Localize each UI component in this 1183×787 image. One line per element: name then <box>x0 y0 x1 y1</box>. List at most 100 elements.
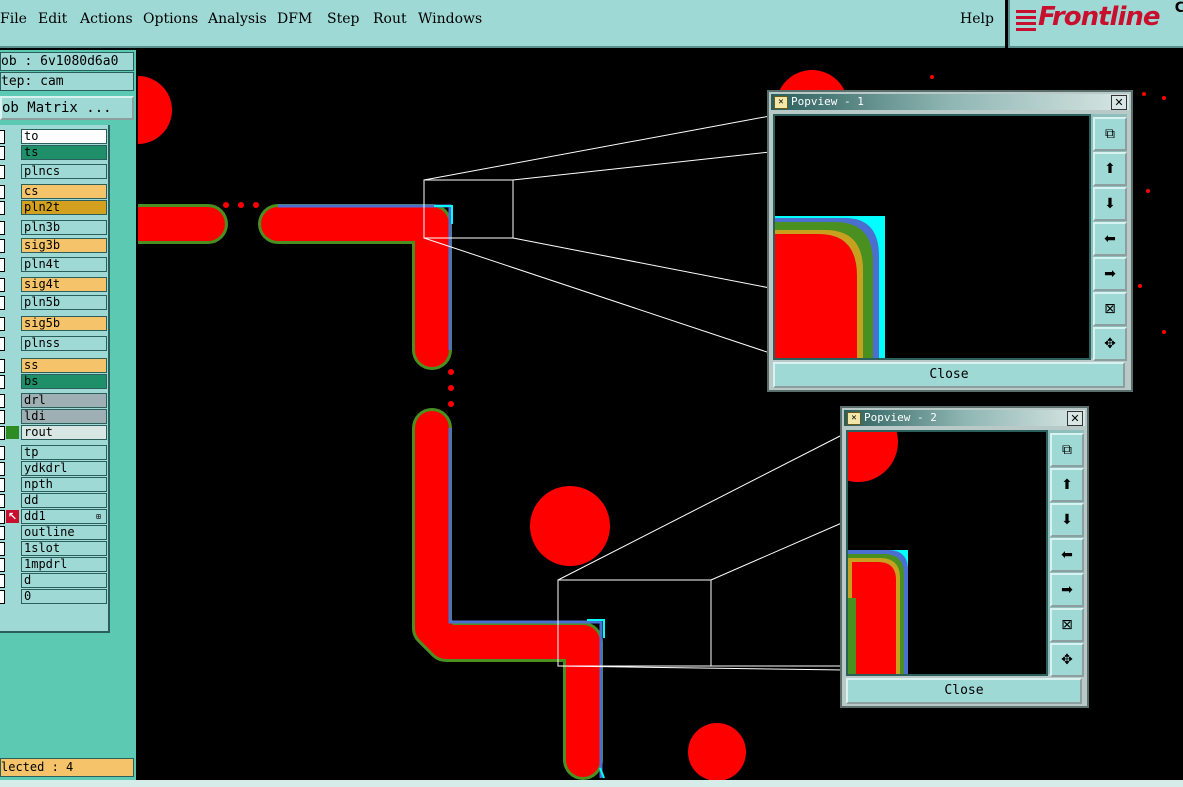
job-matrix-button[interactable]: ob Matrix ... <box>0 96 134 120</box>
layer-checkbox[interactable] <box>0 410 5 424</box>
close-icon[interactable]: ✕ <box>1067 411 1083 426</box>
layer-checkbox[interactable] <box>0 590 5 604</box>
pan-up-icon[interactable]: ⬆ <box>1050 468 1084 502</box>
layer-checkbox[interactable] <box>0 296 5 310</box>
layer-checkbox[interactable] <box>0 375 5 389</box>
layer-name[interactable]: d <box>21 573 107 588</box>
layer-checkbox[interactable] <box>0 130 5 144</box>
layer-row[interactable]: d <box>0 573 108 588</box>
layer-checkbox[interactable] <box>0 146 5 160</box>
layer-row[interactable]: sig4t <box>0 277 108 292</box>
zoom-window-icon[interactable]: ⧉ <box>1050 433 1084 467</box>
layer-name[interactable]: pln3b <box>21 220 107 235</box>
layer-row[interactable]: dd <box>0 493 108 508</box>
pan-down-icon[interactable]: ⬇ <box>1050 503 1084 537</box>
pan-up-icon[interactable]: ⬆ <box>1093 152 1127 186</box>
layer-name[interactable]: drl <box>21 393 107 408</box>
window-menu-icon[interactable]: ✕ <box>774 96 788 109</box>
popview-1-titlebar[interactable]: ✕ Popview - 1 ✕ <box>771 94 1129 110</box>
menu-file[interactable]: File <box>0 11 27 27</box>
layer-name[interactable]: dd <box>21 493 107 508</box>
layer-name[interactable]: cs <box>21 184 107 199</box>
layer-checkbox[interactable] <box>0 239 5 253</box>
popview-1-close-button[interactable]: Close <box>773 362 1125 388</box>
layer-name[interactable]: npth <box>21 477 107 492</box>
window-menu-icon[interactable]: ✕ <box>847 412 861 425</box>
menu-actions[interactable]: Actions <box>80 11 133 27</box>
pan-right-icon[interactable]: ➡ <box>1093 257 1127 291</box>
layer-checkbox[interactable] <box>0 494 5 508</box>
layer-checkbox[interactable] <box>0 510 5 524</box>
layer-row[interactable]: sig5b <box>0 316 108 331</box>
layer-name[interactable]: pln4t <box>21 257 107 272</box>
layer-row[interactable]: ts <box>0 145 108 160</box>
menu-dfm[interactable]: DFM <box>277 11 312 27</box>
zoom-in-icon[interactable]: ⊠ <box>1093 292 1127 326</box>
layer-checkbox[interactable] <box>0 258 5 272</box>
layer-row[interactable]: sig3b <box>0 238 108 253</box>
layer-checkbox[interactable] <box>0 542 5 556</box>
layer-name[interactable]: ss <box>21 358 107 373</box>
layer-checkbox[interactable] <box>0 574 5 588</box>
layer-row[interactable]: bs <box>0 374 108 389</box>
layer-checkbox[interactable] <box>0 337 5 351</box>
zoom-window-icon[interactable]: ⧉ <box>1093 117 1127 151</box>
popview-2-titlebar[interactable]: ✕ Popview - 2 ✕ <box>844 410 1085 426</box>
layer-row[interactable]: outline <box>0 525 108 540</box>
pan-left-icon[interactable]: ⬅ <box>1093 222 1127 256</box>
layer-checkbox[interactable] <box>0 185 5 199</box>
layer-row[interactable]: npth <box>0 477 108 492</box>
layer-name[interactable]: outline <box>21 525 107 540</box>
layer-name[interactable]: dd1 <box>21 509 107 524</box>
popview-2-close-button[interactable]: Close <box>846 678 1082 704</box>
layer-checkbox[interactable] <box>0 221 5 235</box>
layer-name[interactable]: ydkdrl <box>21 461 107 476</box>
zoom-out-icon[interactable]: ✥ <box>1093 327 1127 361</box>
layer-name[interactable]: sig4t <box>21 277 107 292</box>
menu-analysis[interactable]: Analysis <box>208 11 267 27</box>
layer-name[interactable]: ts <box>21 145 107 160</box>
menu-rout[interactable]: Rout <box>373 11 407 27</box>
zoom-in-icon[interactable]: ⊠ <box>1050 608 1084 642</box>
layer-checkbox[interactable] <box>0 462 5 476</box>
layer-row[interactable]: 1mpdrl <box>0 557 108 572</box>
layer-row[interactable]: pln2t <box>0 200 108 215</box>
layer-checkbox[interactable] <box>0 478 5 492</box>
menu-windows[interactable]: Windows <box>418 11 482 27</box>
layer-name[interactable]: plnss <box>21 336 107 351</box>
menu-options[interactable]: Options <box>143 11 198 27</box>
layer-row[interactable]: plncs <box>0 164 108 179</box>
layer-row[interactable]: pln3b <box>0 220 108 235</box>
pan-down-icon[interactable]: ⬇ <box>1093 187 1127 221</box>
layer-row[interactable]: tp <box>0 445 108 460</box>
layer-row[interactable]: 1slot <box>0 541 108 556</box>
layer-row[interactable]: pln4t <box>0 257 108 272</box>
layer-name[interactable]: to <box>21 129 107 144</box>
layer-name[interactable]: sig5b <box>21 316 107 331</box>
layer-checkbox[interactable] <box>0 526 5 540</box>
layer-name[interactable]: tp <box>21 445 107 460</box>
layer-row[interactable]: ydkdrl <box>0 461 108 476</box>
layer-name[interactable]: 1slot <box>21 541 107 556</box>
layer-checkbox[interactable] <box>0 201 5 215</box>
zoom-out-icon[interactable]: ✥ <box>1050 643 1084 677</box>
layer-name[interactable]: 0 <box>21 589 107 604</box>
layer-name[interactable]: bs <box>21 374 107 389</box>
layer-row[interactable]: 0 <box>0 589 108 604</box>
menu-step[interactable]: Step <box>327 11 359 27</box>
pan-left-icon[interactable]: ⬅ <box>1050 538 1084 572</box>
layer-checkbox[interactable] <box>0 426 5 440</box>
layer-name[interactable]: pln2t <box>21 200 107 215</box>
pan-right-icon[interactable]: ➡ <box>1050 573 1084 607</box>
expand-icon[interactable]: ⊞ <box>96 512 101 521</box>
layer-name[interactable]: pln5b <box>21 295 107 310</box>
layer-checkbox[interactable] <box>0 165 5 179</box>
layer-row[interactable]: plnss <box>0 336 108 351</box>
layer-name[interactable]: 1mpdrl <box>21 557 107 572</box>
layer-name[interactable]: plncs <box>21 164 107 179</box>
layer-checkbox[interactable] <box>0 446 5 460</box>
layer-row[interactable]: ↖ dd1 ⊞ <box>0 509 108 524</box>
menu-edit[interactable]: Edit <box>38 11 67 27</box>
menu-help[interactable]: Help <box>960 11 994 27</box>
layer-name[interactable]: rout <box>21 425 107 440</box>
